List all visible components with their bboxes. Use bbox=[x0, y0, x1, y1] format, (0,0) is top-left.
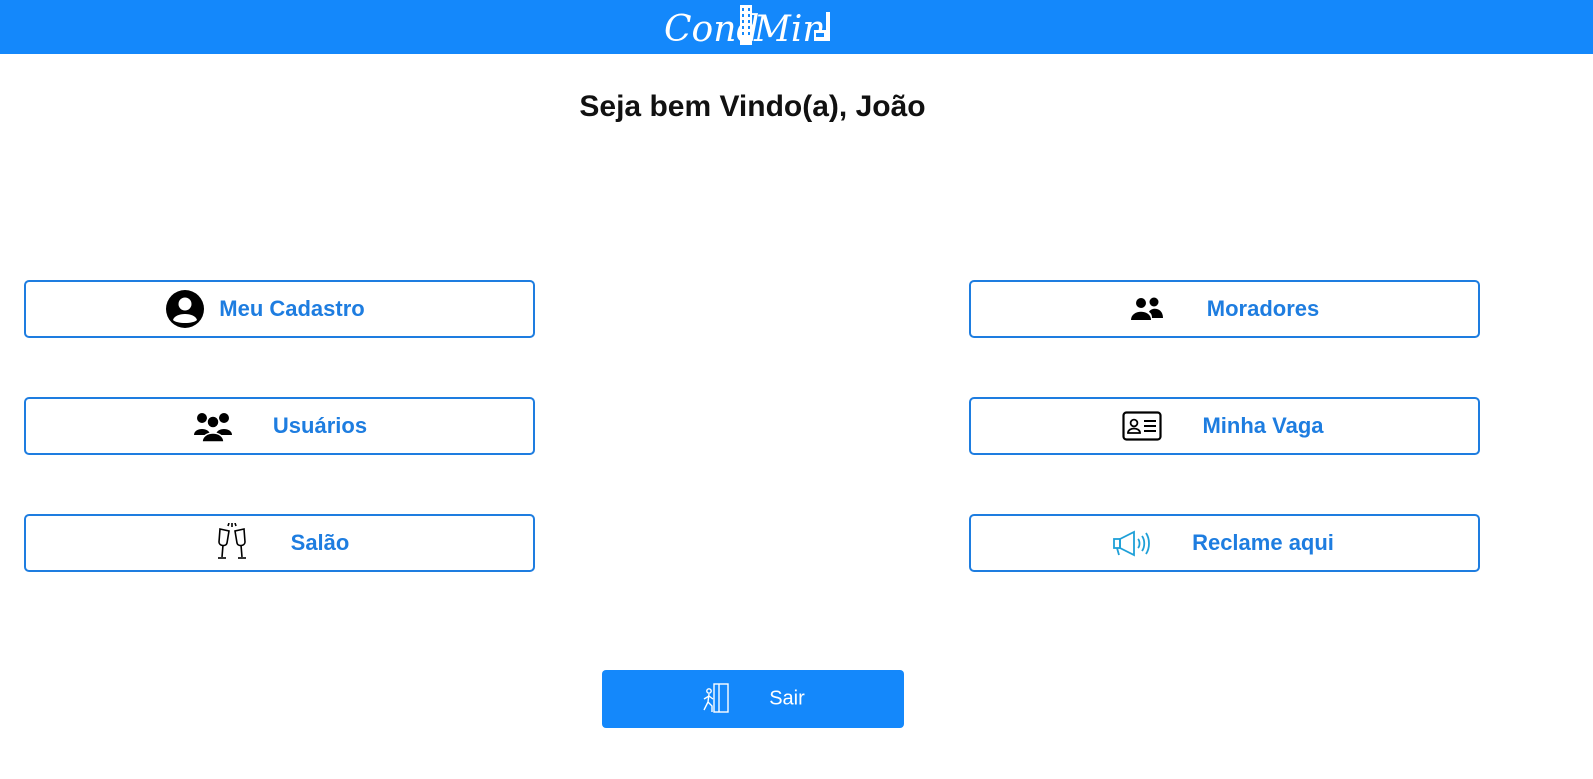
people-icon bbox=[1126, 288, 1168, 330]
exit-door-icon bbox=[700, 682, 734, 716]
meu-cadastro-button[interactable]: Meu Cadastro bbox=[24, 280, 535, 338]
welcome-heading: Seja bem Vindo(a), João bbox=[579, 90, 926, 123]
minha-vaga-button[interactable]: Minha Vaga bbox=[969, 397, 1480, 455]
user-circle-icon bbox=[164, 288, 206, 330]
champagne-glasses-icon bbox=[211, 522, 253, 564]
usuarios-button[interactable]: Usuários bbox=[24, 397, 535, 455]
salao-label: Salão bbox=[290, 530, 350, 555]
meu-cadastro-label: Meu Cadastro bbox=[219, 296, 365, 321]
id-card-icon bbox=[1121, 405, 1163, 447]
salao-button[interactable]: Salão bbox=[24, 514, 535, 572]
sair-button[interactable]: Sair bbox=[602, 670, 904, 728]
reclame-aqui-label: Reclame aqui bbox=[1192, 530, 1334, 555]
top-bar: Cond Min bbox=[0, 0, 1593, 54]
minha-vaga-label: Minha Vaga bbox=[1202, 413, 1324, 438]
reclame-aqui-button[interactable]: Reclame aqui bbox=[969, 514, 1480, 572]
moradores-label: Moradores bbox=[1206, 296, 1320, 321]
users-group-icon bbox=[192, 405, 234, 447]
megaphone-icon bbox=[1111, 522, 1153, 564]
usuarios-label: Usuários bbox=[272, 413, 368, 438]
sair-label: Sair bbox=[769, 687, 805, 710]
svg-text:Min: Min bbox=[753, 9, 826, 48]
moradores-button[interactable]: Moradores bbox=[969, 280, 1480, 338]
condmind-logo: Cond Min bbox=[664, 5, 830, 48]
